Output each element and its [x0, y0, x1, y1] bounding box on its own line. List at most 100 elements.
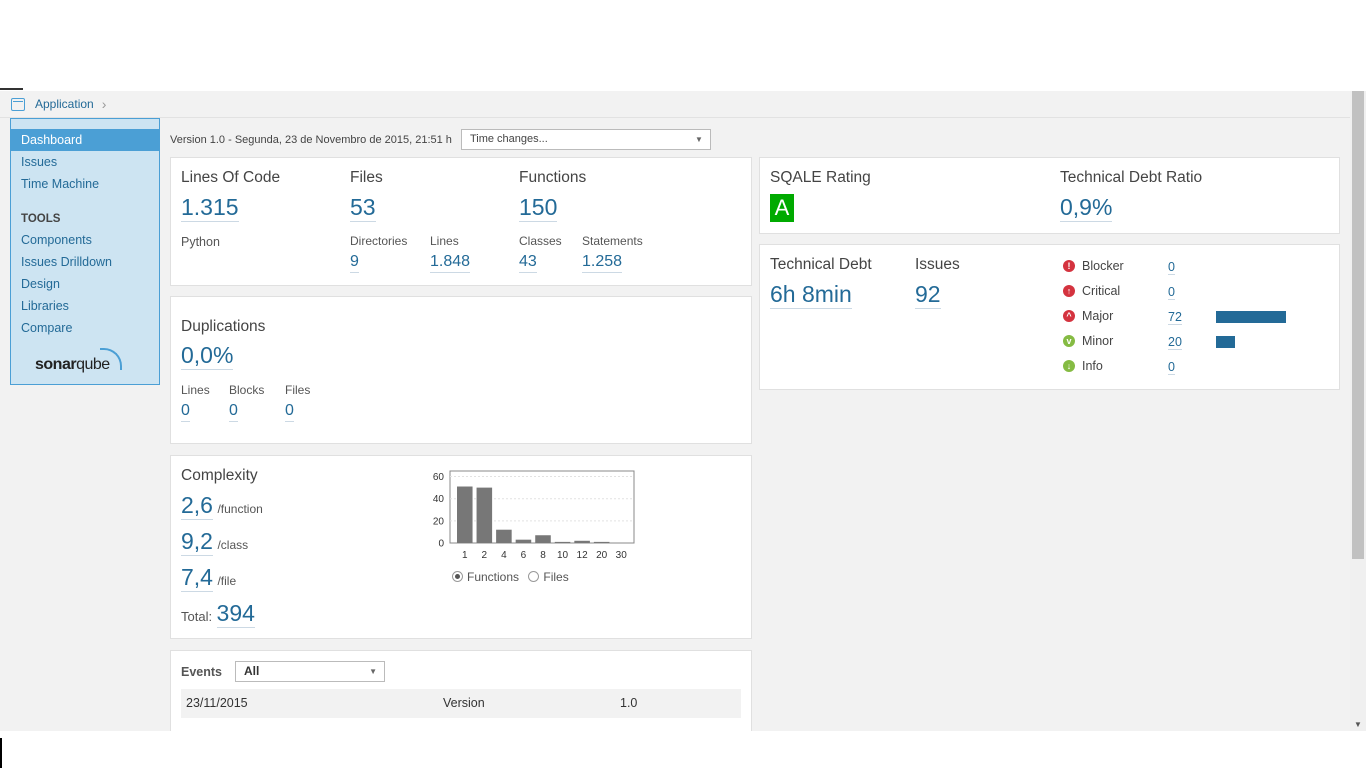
total-label: Total:: [181, 609, 213, 624]
complexity-total-value[interactable]: 394: [216, 599, 255, 628]
sqale-rating-badge[interactable]: A: [770, 194, 794, 222]
sqale-widget: SQALE Rating A Technical Debt Ratio 0,9%: [759, 157, 1340, 234]
complexity-per-class-value[interactable]: 9,2: [181, 527, 213, 556]
complexity-distribution-chart: 60402001 2 4 6 8 10 12 20 30: [433, 470, 635, 561]
debt-ratio-label: Technical Debt Ratio: [1060, 169, 1203, 186]
complexity-total: Total: 394: [181, 599, 255, 628]
statements-value[interactable]: 1.258: [582, 252, 623, 273]
top-edge-line: [0, 88, 23, 90]
blocker-icon: !: [1063, 260, 1075, 272]
sonarqube-logo: sonarqube: [35, 348, 122, 374]
severity-critical: ↑ Critical: [1063, 284, 1120, 298]
blocker-count[interactable]: 0: [1168, 260, 1175, 275]
functions-label: Functions: [519, 169, 587, 186]
critical-icon: ↑: [1063, 285, 1075, 297]
functions-radio[interactable]: [452, 571, 463, 582]
sqale-rating-label: SQALE Rating: [770, 169, 871, 186]
complexity-widget: Complexity 2,6 /function 9,2 /class 7,4 …: [170, 455, 752, 639]
sidebar-item-design[interactable]: Design: [11, 273, 159, 295]
chart-bar: [593, 541, 610, 543]
version-bar: Version 1.0 - Segunda, 23 de Novembro de…: [170, 129, 711, 150]
x-tick-label: 20: [596, 550, 608, 561]
version-text: Version 1.0 - Segunda, 23 de Novembro de…: [170, 133, 452, 146]
dup-blocks-value[interactable]: 0: [229, 401, 238, 422]
classes-value[interactable]: 43: [519, 252, 537, 273]
issues-widget: Technical Debt 6h 8min Issues 92 ! Block…: [759, 244, 1340, 390]
x-tick-label: 2: [482, 550, 488, 561]
sidebar-item-compare[interactable]: Compare: [11, 317, 159, 339]
x-tick-label: 30: [616, 550, 628, 561]
sidebar-item-libraries[interactable]: Libraries: [11, 295, 159, 317]
severity-info-label: Info: [1082, 359, 1103, 373]
complexity-per-file-value[interactable]: 7,4: [181, 563, 213, 592]
classes-label: Classes: [519, 234, 562, 248]
y-tick-label: 0: [438, 539, 444, 550]
chevron-right-icon: ›: [101, 96, 107, 112]
breadcrumb: Application ›: [0, 91, 1350, 118]
lines-label: Lines: [430, 234, 459, 248]
severity-minor-label: Minor: [1082, 334, 1114, 348]
y-tick-label: 60: [433, 472, 445, 483]
files-value[interactable]: 53: [350, 193, 376, 222]
severity-info: ↓ Info: [1063, 359, 1103, 373]
debt-ratio-value[interactable]: 0,9%: [1060, 193, 1113, 222]
duplications-title: Duplications: [181, 318, 266, 335]
loc-label: Lines Of Code: [181, 169, 281, 186]
issues-value[interactable]: 92: [915, 280, 941, 309]
directories-value[interactable]: 9: [350, 252, 359, 273]
sidebar-item-components[interactable]: Components: [11, 229, 159, 251]
complexity-title: Complexity: [181, 467, 258, 484]
size-widget: Lines Of Code 1.315 Python Files 53 Dire…: [170, 157, 752, 286]
loc-value[interactable]: 1.315: [181, 193, 239, 222]
lines-value[interactable]: 1.848: [430, 252, 471, 273]
duplications-widget: Duplications 0,0% Lines 0 Blocks 0 Files…: [170, 296, 752, 444]
events-filter-value: All: [244, 664, 260, 678]
functions-radio-label: Functions: [467, 570, 520, 584]
minor-count[interactable]: 20: [1168, 335, 1182, 350]
dup-lines-value[interactable]: 0: [181, 401, 190, 422]
minor-bar: [1216, 336, 1236, 348]
time-changes-select[interactable]: Time changes... ▼: [460, 129, 711, 150]
sidebar-item-dashboard[interactable]: Dashboard: [11, 129, 159, 151]
per-function-unit: /function: [217, 502, 263, 516]
duplications-value[interactable]: 0,0%: [181, 341, 234, 370]
per-class-unit: /class: [217, 538, 249, 552]
technical-debt-value[interactable]: 6h 8min: [770, 280, 852, 309]
dup-blocks-label: Blocks: [229, 383, 265, 397]
dup-files-value[interactable]: 0: [285, 401, 294, 422]
functions-value[interactable]: 150: [519, 193, 558, 222]
major-count[interactable]: 72: [1168, 310, 1182, 325]
sonar-waves-icon: [99, 348, 122, 370]
files-radio[interactable]: [528, 571, 540, 582]
severity-major-label: Major: [1082, 309, 1114, 323]
dropdown-caret-icon: ▼: [369, 667, 377, 676]
dup-files-label: Files: [285, 383, 311, 397]
critical-count[interactable]: 0: [1168, 285, 1175, 300]
chart-bar: [515, 539, 532, 543]
sidebar-section-tools: TOOLS: [21, 213, 61, 225]
info-count[interactable]: 0: [1168, 360, 1175, 375]
per-file-unit: /file: [217, 574, 237, 588]
statements-label: Statements: [582, 234, 643, 248]
technical-debt-label: Technical Debt: [770, 256, 872, 273]
breadcrumb-application-link[interactable]: Application: [35, 97, 94, 111]
scroll-down-arrow-icon[interactable]: ▼: [1354, 720, 1362, 729]
sidebar-item-issues[interactable]: Issues: [11, 151, 159, 173]
x-tick-label: 10: [557, 550, 569, 561]
sidebar-item-time-machine[interactable]: Time Machine: [11, 173, 159, 195]
x-tick-label: 6: [521, 550, 527, 561]
events-header: Events All ▼: [181, 661, 385, 682]
sidebar-item-issues-drilldown[interactable]: Issues Drilldown: [11, 251, 159, 273]
directories-label: Directories: [350, 234, 408, 248]
event-type: Version: [443, 696, 485, 710]
x-tick-label: 1: [462, 550, 468, 561]
major-bar: [1216, 311, 1286, 323]
major-icon: ^: [1063, 310, 1075, 322]
complexity-per-function-value[interactable]: 2,6: [181, 491, 213, 520]
severity-blocker: ! Blocker: [1063, 259, 1124, 273]
chart-bar: [554, 541, 571, 543]
complexity-per-class: 9,2 /class: [181, 527, 248, 556]
events-filter-select[interactable]: All ▼: [235, 661, 385, 682]
vertical-scrollbar[interactable]: ▼: [1350, 91, 1366, 731]
scrollbar-thumb[interactable]: [1352, 91, 1364, 559]
